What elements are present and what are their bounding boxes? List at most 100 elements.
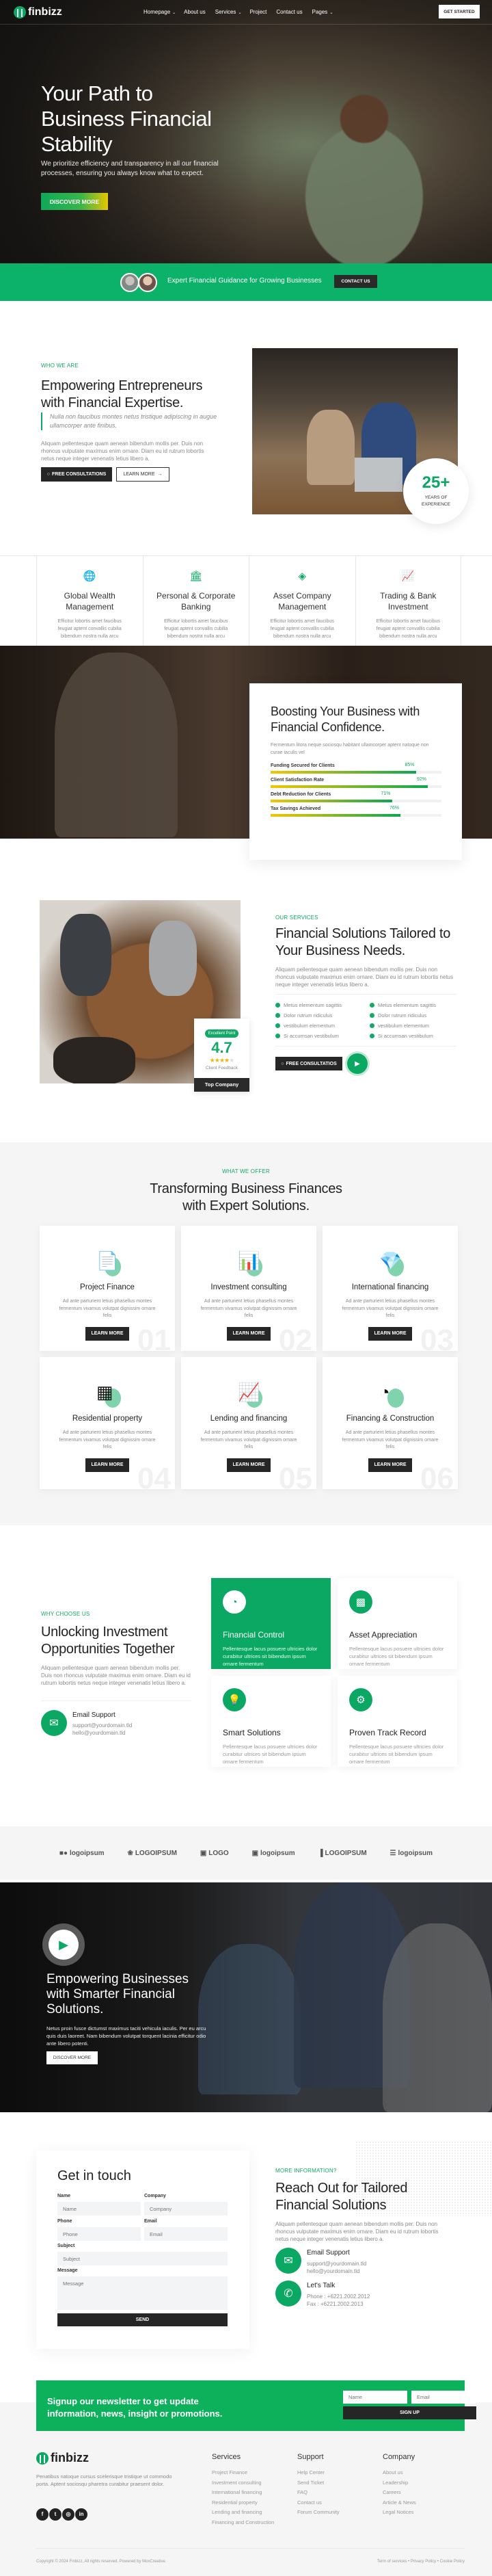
footer-link[interactable]: FAQ xyxy=(297,2488,383,2498)
legal-link[interactable]: Term of services xyxy=(377,2560,407,2564)
learn-more-button[interactable]: LEARN MORE xyxy=(368,1326,412,1341)
chevron-down-icon: ⌄ xyxy=(172,11,176,15)
footer-link[interactable]: Residential property xyxy=(212,2498,297,2508)
arrow-right-icon: → xyxy=(157,472,163,477)
person-shape xyxy=(60,914,111,996)
why-email-1[interactable]: support@yourdomain.tld xyxy=(72,1722,132,1729)
why-card-title: Financial Control xyxy=(223,1630,285,1640)
nav-item[interactable]: Contact us xyxy=(276,9,302,15)
free-consultations-button[interactable]: ○ FREE CONSULTATIOS xyxy=(275,1057,342,1070)
contact-email-2[interactable]: hello@yourdomain.tld xyxy=(307,2268,360,2275)
service-card: 📈 Lending and financing Ad ante parturient… xyxy=(181,1357,316,1489)
service-card: 📊 Investment consulting Ad ante parturient… xyxy=(181,1226,316,1351)
newsletter-name-input[interactable] xyxy=(343,2391,407,2404)
service-title: Investment consulting xyxy=(210,1283,287,1291)
discover-more-button[interactable]: DISCOVER MORE xyxy=(41,193,108,210)
person-shape xyxy=(307,410,355,485)
solutions-eyebrow: OUR SERVICES xyxy=(275,915,318,921)
newsletter-email-input[interactable] xyxy=(411,2391,476,2404)
video-discover-button[interactable]: DISCOVER MORE xyxy=(46,2051,98,2064)
footer-column: Company About us Leadership Careers Article … xyxy=(383,2453,468,2527)
why-card-title: Proven Track Record xyxy=(349,1728,426,1737)
form-title: Get in touch xyxy=(57,2168,131,2183)
why-card[interactable]: 💡 Smart Solutions Pellentesque lacus posue… xyxy=(211,1676,331,1767)
why-card[interactable]: ⚙ Proven Track Record Pellentesque lacus p… xyxy=(338,1676,457,1767)
footer-link[interactable]: Investment consulting xyxy=(212,2478,297,2488)
get-started-button[interactable]: GET STARTED xyxy=(439,5,480,18)
message-input[interactable] xyxy=(57,2276,228,2310)
footer-link[interactable]: Article & News xyxy=(383,2498,468,2508)
progress-label: Tax Savings Achieved xyxy=(271,806,321,811)
check-icon xyxy=(275,1034,280,1038)
footer-link[interactable]: International financing xyxy=(212,2488,297,2498)
progress-track xyxy=(271,785,441,788)
contact-email-1[interactable]: support@yourdomain.tld xyxy=(307,2260,366,2268)
phone-input[interactable] xyxy=(57,2227,141,2241)
footer-link[interactable]: Help Center xyxy=(297,2468,383,2478)
footer-logo[interactable]: finbizz xyxy=(36,2451,89,2465)
footer-link[interactable]: Financing and Construction xyxy=(212,2518,297,2528)
why-email-2[interactable]: hello@yourdomain.tld xyxy=(72,1729,126,1737)
free-consultations-button[interactable]: ○ FREE CONSULTATIONS xyxy=(41,467,112,482)
legal-link[interactable]: Privacy Policy xyxy=(411,2560,436,2564)
partner-logo: ❀ LOGOIPSUM xyxy=(127,1850,177,1857)
twitter-icon[interactable]: t xyxy=(49,2508,62,2521)
contact-title: Reach Out for Tailored Financial Solutio… xyxy=(275,2181,408,2213)
instagram-icon[interactable]: ◎ xyxy=(62,2508,74,2521)
partner-logo: ▣ logoipsum xyxy=(252,1850,295,1857)
why-card[interactable]: ◔ Financial Control Pellentesque lacus pos… xyxy=(211,1578,331,1669)
why-card[interactable]: ▩ Asset Appreciation Pellentesque lacus po… xyxy=(338,1578,457,1669)
check-text: Metus elementum sagittis xyxy=(284,1002,342,1008)
contact-us-button[interactable]: CONTACT US xyxy=(334,275,377,288)
email-input[interactable] xyxy=(144,2227,228,2241)
check-text: Dolor rutrum ridiculus xyxy=(284,1012,333,1018)
brand-logo[interactable]: finbizz xyxy=(14,6,62,18)
why-card-text: Pellentesque lacus posuere ultricies dol… xyxy=(349,1744,444,1765)
diamond-icon: 💎 xyxy=(377,1249,404,1276)
learn-more-button[interactable]: LEARN MORE xyxy=(227,1458,271,1472)
learn-more-button[interactable]: LEARN MORE → xyxy=(116,467,169,482)
footer-column-title: Services xyxy=(212,2453,241,2461)
why-text: Aliquam pellentesque quam aenean bibendu… xyxy=(41,1665,191,1686)
nav-item[interactable]: Pages xyxy=(312,9,328,15)
learn-more-button[interactable]: LEARN MORE xyxy=(85,1458,129,1472)
name-input[interactable] xyxy=(57,2202,141,2216)
sign-up-button[interactable]: SIGN UP xyxy=(343,2406,476,2419)
check-item: vestibulum elementum xyxy=(275,1021,342,1031)
nav-item[interactable]: About us xyxy=(184,9,206,15)
footer-link[interactable]: Careers xyxy=(383,2488,468,2498)
footer-link[interactable]: Project Finance xyxy=(212,2468,297,2478)
learn-more-button[interactable]: LEARN MORE xyxy=(227,1326,271,1341)
linkedin-icon[interactable]: in xyxy=(75,2508,87,2521)
about-text: Aliquam pellentesque quam aenean bibendu… xyxy=(41,441,204,462)
nav-item[interactable]: Homepage xyxy=(144,9,170,15)
lightbulb-icon: 💡 xyxy=(223,1688,246,1711)
footer-link[interactable]: About us xyxy=(383,2468,468,2478)
facebook-icon[interactable]: f xyxy=(36,2508,49,2521)
footer-link[interactable]: Forum Community xyxy=(297,2508,383,2518)
contact-phone[interactable]: Phone : +6221.2002.2012 xyxy=(307,2293,370,2300)
person-shape xyxy=(149,921,197,996)
nav-item[interactable]: Project xyxy=(249,9,266,15)
footer-link[interactable]: Leadership xyxy=(383,2478,468,2488)
video-play-button[interactable]: ▶ xyxy=(42,1923,85,1966)
play-video-button[interactable]: ▶ xyxy=(347,1053,368,1074)
legal-link[interactable]: Cookie Policy xyxy=(440,2560,465,2564)
badge-label: YEARS OF EXPERIENCE xyxy=(422,495,450,507)
check-item: Dolor rutrum ridiculus xyxy=(370,1010,436,1021)
why-card-text: Pellentesque lacus posuere ultricies dol… xyxy=(349,1646,444,1667)
learn-more-button[interactable]: LEARN MORE xyxy=(368,1458,412,1472)
subject-input[interactable] xyxy=(57,2252,228,2265)
footer-link[interactable]: Lending and financing xyxy=(212,2508,297,2518)
rating-badge: Excellent Point xyxy=(204,1029,239,1038)
footer-column-title: Support xyxy=(297,2453,324,2461)
nav-item[interactable]: Services xyxy=(215,9,236,15)
footer-link[interactable]: Send Ticket xyxy=(297,2478,383,2488)
footer-link[interactable]: Legal Notices xyxy=(383,2508,468,2518)
service-text: Ad ante parturient letius phasellus mont… xyxy=(59,1299,156,1318)
learn-more-button[interactable]: LEARN MORE xyxy=(85,1326,129,1341)
footer-link[interactable]: Contact us xyxy=(297,2498,383,2508)
brand-name: finbizz xyxy=(51,2451,89,2465)
send-button[interactable]: SEND xyxy=(57,2313,228,2326)
company-input[interactable] xyxy=(144,2202,228,2216)
